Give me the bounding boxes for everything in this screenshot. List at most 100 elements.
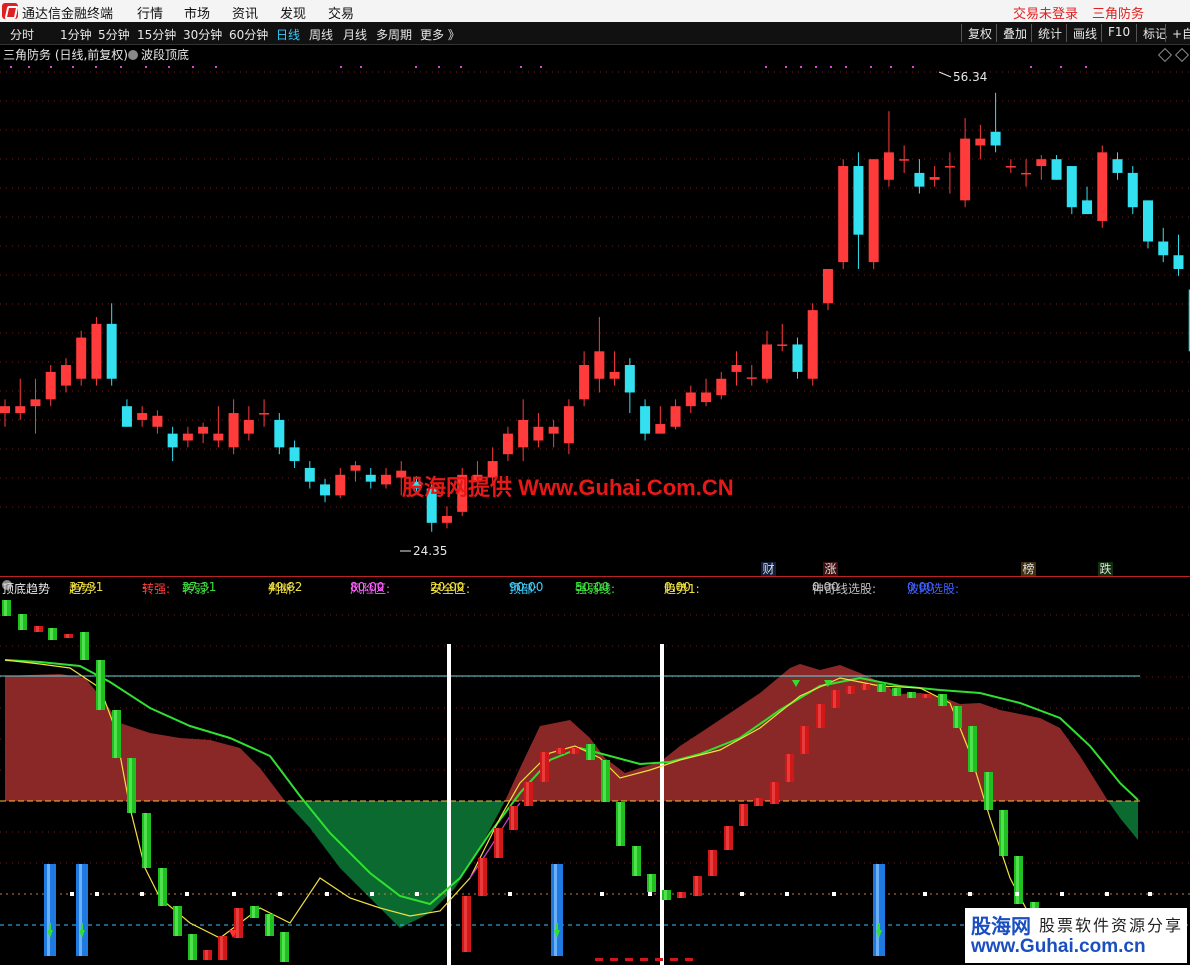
top-marker-dot	[438, 66, 440, 68]
top-marker-dot	[145, 66, 147, 68]
candle-down	[320, 484, 331, 496]
period-tab-30min[interactable]: 30分钟	[183, 26, 222, 43]
custom-button[interactable]: +自	[1165, 24, 1190, 42]
safe-fill-area	[1108, 801, 1138, 840]
candle-up	[350, 465, 361, 471]
period-tab-timeshare[interactable]: 分时	[10, 26, 34, 43]
trend-bar-green	[142, 813, 151, 868]
candle-down	[121, 406, 132, 427]
trend-bar-green	[877, 684, 886, 692]
signal-dot	[415, 892, 419, 896]
menu-market-quotes[interactable]: 行情	[137, 3, 163, 22]
trend-bar-highlight	[741, 804, 744, 826]
candle-up	[15, 406, 26, 414]
tag-finance[interactable]: 财	[761, 562, 776, 577]
top-marker-dot	[10, 66, 12, 68]
stock-title: 三角防务 (日线,前复权)	[3, 48, 128, 62]
menu-market[interactable]: 市场	[184, 3, 210, 22]
bottom-red-stub	[610, 958, 618, 961]
menu-news[interactable]: 资讯	[232, 3, 258, 22]
candle-up	[868, 159, 879, 263]
menu-trade[interactable]: 交易	[328, 3, 354, 22]
top-marker-dot	[340, 66, 342, 68]
trend-bar-green	[158, 868, 167, 906]
candle-down	[167, 433, 178, 448]
tag-rise[interactable]: 涨	[823, 562, 838, 577]
trend-bar-highlight	[710, 850, 713, 876]
candle-up	[944, 166, 955, 168]
collapse-icon[interactable]	[1157, 47, 1173, 63]
trend-bar-green	[999, 810, 1008, 856]
corner-badge[interactable]: 股海网 股票软件资源分享 www.Guhai.com.cn	[965, 908, 1187, 963]
trend-bar-highlight	[282, 932, 285, 962]
draw-line-button[interactable]: 画线	[1066, 24, 1103, 42]
period-tab-1min[interactable]: 1分钟	[60, 26, 92, 43]
candle-up	[198, 426, 209, 434]
candle-up	[807, 310, 818, 379]
candle-up	[213, 433, 224, 441]
badge-brand: 股海网	[971, 914, 1031, 938]
bottom-red-stub	[640, 958, 648, 961]
top-marker-dot	[1060, 66, 1062, 68]
indicator-chart[interactable]	[0, 578, 1190, 965]
trend-bar-highlight	[160, 868, 163, 906]
trend-bar-green	[265, 914, 274, 936]
top-marker-dot	[192, 66, 194, 68]
period-tab-weekly[interactable]: 周线	[309, 26, 333, 43]
buy-signal-highlight	[47, 864, 50, 956]
candle-up	[929, 177, 940, 180]
trend-bar-highlight	[726, 826, 729, 850]
candle-up	[228, 413, 239, 448]
stats-button[interactable]: 统计	[1031, 24, 1068, 42]
cycle-marker-line	[660, 644, 664, 965]
period-tab-5min[interactable]: 5分钟	[98, 26, 130, 43]
app-logo-icon	[2, 3, 18, 19]
trend-bar-green	[48, 628, 57, 640]
candle-up	[563, 406, 574, 444]
candle-up	[822, 268, 833, 304]
signal-dot	[278, 892, 282, 896]
indicator-selector[interactable]: 波段顶底	[128, 46, 189, 63]
pane-divider[interactable]	[0, 576, 1190, 577]
adjust-rights-button[interactable]: 复权	[961, 24, 998, 42]
trend-bar-green	[188, 934, 197, 960]
top-marker-dot	[890, 66, 892, 68]
trend-bar-highlight	[818, 704, 821, 728]
overlay-button[interactable]: 叠加	[996, 24, 1033, 42]
stock-name-link[interactable]: 三角防务	[1092, 3, 1144, 22]
period-tab-daily[interactable]: 日线	[276, 26, 300, 43]
trend-bar-highlight	[267, 914, 270, 936]
trend-bar-red	[846, 686, 855, 694]
trend-bar-highlight	[558, 748, 561, 754]
period-tab-60min[interactable]: 60分钟	[229, 26, 268, 43]
signal-dot	[185, 892, 189, 896]
period-tab-multi[interactable]: 多周期	[376, 26, 412, 43]
trend-bar-highlight	[772, 782, 775, 804]
period-tab-15min[interactable]: 15分钟	[137, 26, 176, 43]
expand-icon[interactable]	[1174, 47, 1190, 63]
trend-bar-red	[754, 798, 763, 806]
buy-signal-column	[873, 864, 885, 956]
trend-bar-red	[708, 850, 717, 876]
f10-button[interactable]: F10	[1101, 24, 1136, 42]
period-tab-more[interactable]: 更多 》	[420, 26, 460, 43]
trend-bar-highlight	[36, 626, 39, 632]
period-tab-monthly[interactable]: 月线	[343, 26, 367, 43]
trend-bar-green	[953, 706, 962, 728]
login-status-link[interactable]: 交易未登录	[1013, 3, 1078, 22]
tag-fall[interactable]: 跌	[1098, 562, 1113, 577]
candle-down	[304, 467, 315, 482]
top-marker-dot	[1030, 66, 1032, 68]
candle-down	[990, 131, 1001, 146]
menu-discover[interactable]: 发现	[280, 3, 306, 22]
candle-down	[1082, 200, 1093, 215]
candle-down	[106, 323, 117, 379]
candle-up	[975, 138, 986, 146]
signal-dot	[1105, 892, 1109, 896]
candle-up	[91, 323, 102, 379]
trend-bar-highlight	[695, 876, 698, 896]
trend-bar-red	[785, 754, 794, 782]
signal-dot	[95, 892, 99, 896]
trend-bar-green	[601, 760, 610, 802]
tag-rank[interactable]: 榜	[1021, 562, 1036, 577]
